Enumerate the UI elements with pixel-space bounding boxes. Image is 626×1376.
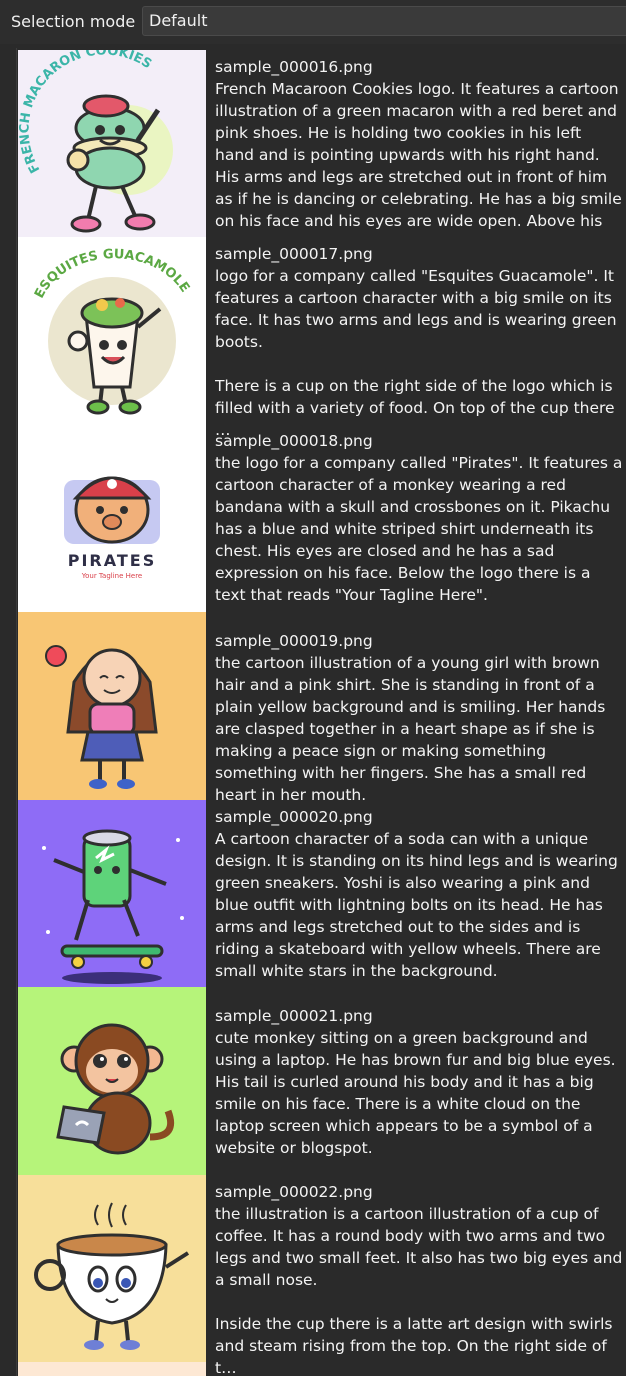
selection-toolbar: Selection mode Default [0, 0, 626, 44]
item-filename: sample_000021.png [215, 1007, 373, 1025]
item-description: logo for a company called "Esquites Guac… [215, 267, 617, 439]
list-item[interactable]: sample_000020.png A cartoon character of… [18, 800, 626, 988]
thumbnail-image: PIRATES Your Tagline Here [18, 424, 206, 612]
guacamole-logo-image: ESQUITES GUACAMOLE [18, 237, 206, 425]
monkey-laptop-illustration-image [18, 987, 206, 1175]
list-item[interactable]: FRENCH MACARON COOKIES sample_000016.png… [18, 50, 626, 238]
list-item[interactable] [18, 1362, 626, 1376]
item-filename: sample_000017.png [215, 245, 373, 263]
list-item[interactable]: ESQUITES GUACAMOLE sample_000017.png log… [18, 237, 626, 439]
thumbnail-image [18, 612, 206, 800]
pirates-logo-image: PIRATES Your Tagline Here [18, 424, 206, 612]
item-filename: sample_000022.png [215, 1183, 373, 1201]
selection-mode-dropdown[interactable]: Default [142, 6, 626, 36]
item-description: the cartoon illustration of a young girl… [215, 654, 606, 804]
thumbnail-image: ESQUITES GUACAMOLE [18, 237, 206, 425]
list-item[interactable]: sample_000022.png the illustration is a … [18, 1175, 626, 1376]
item-filename: sample_000019.png [215, 632, 373, 650]
item-filename: sample_000016.png [215, 58, 373, 76]
thumbnail-image [18, 1362, 206, 1376]
item-filename: sample_000020.png [215, 808, 373, 826]
pirates-tagline-text: Your Tagline Here [81, 572, 142, 580]
pirates-logo-text: PIRATES [68, 551, 157, 570]
item-filename: sample_000018.png [215, 432, 373, 450]
girl-illustration-image [18, 612, 206, 800]
item-description: the logo for a company called "Pirates".… [215, 454, 623, 604]
selection-mode-label: Selection mode [11, 12, 136, 31]
coffee-cup-illustration-image [18, 1175, 206, 1363]
item-description: French Macaroon Cookies logo. It feature… [215, 80, 622, 230]
item-description: cute monkey sitting on a green backgroun… [215, 1029, 616, 1157]
thumbnail-image: FRENCH MACARON COOKIES [18, 50, 206, 238]
thumbnail-image [18, 987, 206, 1175]
macaron-logo-image: FRENCH MACARON COOKIES [18, 50, 206, 238]
selection-mode-value: Default [149, 11, 208, 30]
thumbnail-image [18, 800, 206, 988]
item-description: A cartoon character of a soda can with a… [215, 830, 618, 980]
list-item[interactable]: sample_000021.png cute monkey sitting on… [18, 987, 626, 1175]
list-item[interactable]: PIRATES Your Tagline Here sample_000018.… [18, 424, 626, 612]
list-item[interactable]: sample_000019.png the cartoon illustrati… [18, 612, 626, 804]
soda-can-illustration-image [18, 800, 206, 988]
list-left-border [16, 48, 17, 1376]
thumbnail-image [18, 1175, 206, 1363]
item-description: the illustration is a cartoon illustrati… [215, 1205, 623, 1376]
